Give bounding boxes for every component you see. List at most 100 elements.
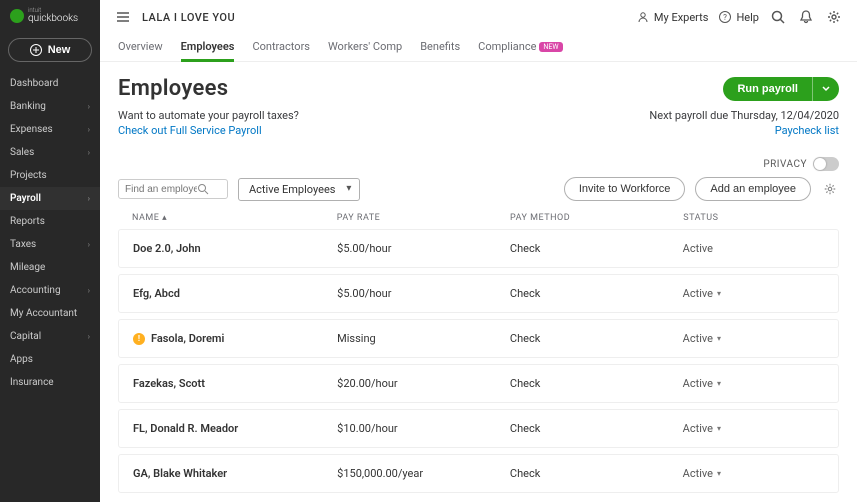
search-input[interactable] bbox=[125, 184, 197, 195]
chevron-right-icon: › bbox=[88, 148, 90, 157]
sidebar-item-label: Banking bbox=[10, 101, 46, 112]
action-row: Active Employees Invite to Workforce Add… bbox=[118, 177, 839, 201]
invite-workforce-button[interactable]: Invite to Workforce bbox=[564, 177, 686, 201]
paycheck-list-link[interactable]: Paycheck list bbox=[649, 124, 839, 137]
tab-label: Benefits bbox=[420, 40, 460, 53]
add-employee-button[interactable]: Add an employee bbox=[695, 177, 811, 201]
new-button-label: New bbox=[48, 44, 71, 56]
sidebar-item-banking[interactable]: Banking› bbox=[0, 95, 100, 118]
table-row[interactable]: !Fasola, DoremiMissingCheckActive▾ bbox=[118, 319, 839, 358]
my-experts-link[interactable]: My Experts bbox=[636, 10, 709, 24]
note-row: Want to automate your payroll taxes? Che… bbox=[118, 109, 839, 137]
col-name[interactable]: NAME ▴ bbox=[132, 213, 337, 223]
gear-icon[interactable] bbox=[825, 8, 843, 26]
cell-status[interactable]: Active▾ bbox=[683, 422, 824, 435]
cell-status[interactable]: Active ▾ bbox=[683, 377, 824, 390]
hamburger-icon[interactable] bbox=[114, 8, 132, 26]
cell-status[interactable]: Active bbox=[683, 242, 824, 255]
col-rate[interactable]: PAY RATE bbox=[337, 213, 510, 223]
chevron-right-icon: › bbox=[88, 286, 90, 295]
cell-rate: Missing bbox=[337, 332, 510, 345]
sidebar-item-capital[interactable]: Capital› bbox=[0, 325, 100, 348]
sidebar-item-mileage[interactable]: Mileage bbox=[0, 256, 100, 279]
tab-employees[interactable]: Employees bbox=[181, 34, 235, 61]
run-payroll-dropdown[interactable] bbox=[812, 77, 839, 101]
cell-status[interactable]: Active ▾ bbox=[683, 467, 824, 480]
col-method[interactable]: PAY METHOD bbox=[510, 213, 683, 223]
full-service-link[interactable]: Check out Full Service Payroll bbox=[118, 124, 299, 137]
sidebar-item-sales[interactable]: Sales › bbox=[0, 141, 100, 164]
cell-status[interactable]: Active▾ bbox=[683, 287, 824, 300]
chevron-down-icon bbox=[821, 84, 831, 94]
quickbooks-logo-icon bbox=[10, 9, 24, 23]
tab-benefits[interactable]: Benefits bbox=[420, 34, 460, 61]
cell-method: Check bbox=[510, 287, 683, 300]
privacy-toggle[interactable] bbox=[813, 157, 839, 171]
sidebar-item-insurance[interactable]: Insurance bbox=[0, 371, 100, 394]
brand-text: intuit quickbooks bbox=[28, 8, 78, 24]
sidebar-item-label: Accounting bbox=[10, 285, 61, 296]
cell-method: Check bbox=[510, 242, 683, 255]
add-employee-label: Add an employee bbox=[710, 183, 796, 195]
help-link[interactable]: ? Help bbox=[718, 10, 759, 24]
chevron-down-icon: ▾ bbox=[717, 379, 721, 388]
new-pill: NEW bbox=[539, 42, 562, 52]
search-icon-small bbox=[197, 183, 209, 195]
filter-label: Active Employees bbox=[249, 183, 335, 196]
next-payroll-text: Next payroll due Thursday, 12/04/2020 bbox=[649, 109, 839, 122]
status-label: Active bbox=[683, 242, 713, 255]
privacy-label: PRIVACY bbox=[763, 159, 807, 170]
subnav-tabs: Overview Employees Contractors Workers' Com… bbox=[100, 34, 857, 62]
run-payroll-button[interactable]: Run payroll bbox=[723, 77, 812, 101]
employee-name: Fasola, Doremi bbox=[151, 332, 224, 345]
sidebar-item-label: Taxes bbox=[10, 239, 36, 250]
tab-compliance[interactable]: ComplianceNEW bbox=[478, 34, 562, 61]
tab-workers-comp[interactable]: Workers' Comp bbox=[328, 34, 402, 61]
table-row[interactable]: FL, Donald R. Meador$10.00/hourCheckActi… bbox=[118, 409, 839, 448]
table-row[interactable]: Fazekas, Scott $20.00/hourCheckActive ▾ bbox=[118, 364, 839, 403]
table-row[interactable]: Doe 2.0, John$5.00/hourCheckActive bbox=[118, 229, 839, 268]
chevron-down-icon: ▾ bbox=[717, 469, 721, 478]
tab-overview[interactable]: Overview bbox=[118, 34, 163, 61]
topbar: LALA I LOVE YOU My Experts ? Help bbox=[100, 0, 857, 34]
cell-rate: $5.00/hour bbox=[337, 242, 510, 255]
sidebar-item-label: Reports bbox=[10, 216, 45, 227]
employee-filter-select[interactable]: Active Employees bbox=[238, 178, 360, 201]
status-label: Active bbox=[683, 377, 713, 390]
sidebar-item-payroll[interactable]: Payroll› bbox=[0, 187, 100, 210]
sidebar-item-label: My Accountant bbox=[10, 308, 77, 319]
sidebar-item-accounting[interactable]: Accounting › bbox=[0, 279, 100, 302]
col-status[interactable]: STATUS bbox=[683, 213, 825, 223]
sidebar-item-dashboard[interactable]: Dashboard bbox=[0, 72, 100, 95]
tab-contractors[interactable]: Contractors bbox=[252, 34, 310, 61]
employee-name: Fazekas, Scott bbox=[133, 377, 205, 390]
run-payroll-label: Run payroll bbox=[737, 83, 798, 95]
table-settings-icon[interactable] bbox=[821, 180, 839, 198]
table-row[interactable]: Efg, Abcd$5.00/hourCheckActive▾ bbox=[118, 274, 839, 313]
status-label: Active bbox=[683, 467, 713, 480]
cell-rate: $20.00/hour bbox=[337, 377, 510, 390]
sidebar-item-taxes[interactable]: Taxes› bbox=[0, 233, 100, 256]
search-icon[interactable] bbox=[769, 8, 787, 26]
sidebar-item-apps[interactable]: Apps bbox=[0, 348, 100, 371]
table-row[interactable]: GA, Blake Whitaker$150,000.00/yearCheckA… bbox=[118, 454, 839, 493]
privacy-row: PRIVACY bbox=[118, 157, 839, 171]
cell-name: Doe 2.0, John bbox=[133, 242, 337, 255]
brand-block: intuit quickbooks bbox=[0, 0, 100, 32]
sidebar-item-projects[interactable]: Projects bbox=[0, 164, 100, 187]
brand-name: quickbooks bbox=[28, 13, 78, 24]
new-button[interactable]: New bbox=[8, 38, 92, 62]
sidebar-item-expenses[interactable]: Expenses› bbox=[0, 118, 100, 141]
sidebar-item-label: Expenses bbox=[10, 124, 53, 135]
chevron-down-icon: ▾ bbox=[717, 289, 721, 298]
automate-note: Want to automate your payroll taxes? Che… bbox=[118, 109, 299, 137]
cell-status[interactable]: Active▾ bbox=[683, 332, 824, 345]
bell-icon[interactable] bbox=[797, 8, 815, 26]
sidebar-item-my-accountant[interactable]: My Accountant bbox=[0, 302, 100, 325]
cell-rate: $10.00/hour bbox=[337, 422, 510, 435]
sidebar-item-reports[interactable]: Reports bbox=[0, 210, 100, 233]
sidebar-item-label: Sales bbox=[10, 147, 34, 158]
employee-search-box[interactable] bbox=[118, 179, 228, 199]
cell-method: Check bbox=[510, 377, 683, 390]
svg-text:?: ? bbox=[724, 13, 728, 22]
